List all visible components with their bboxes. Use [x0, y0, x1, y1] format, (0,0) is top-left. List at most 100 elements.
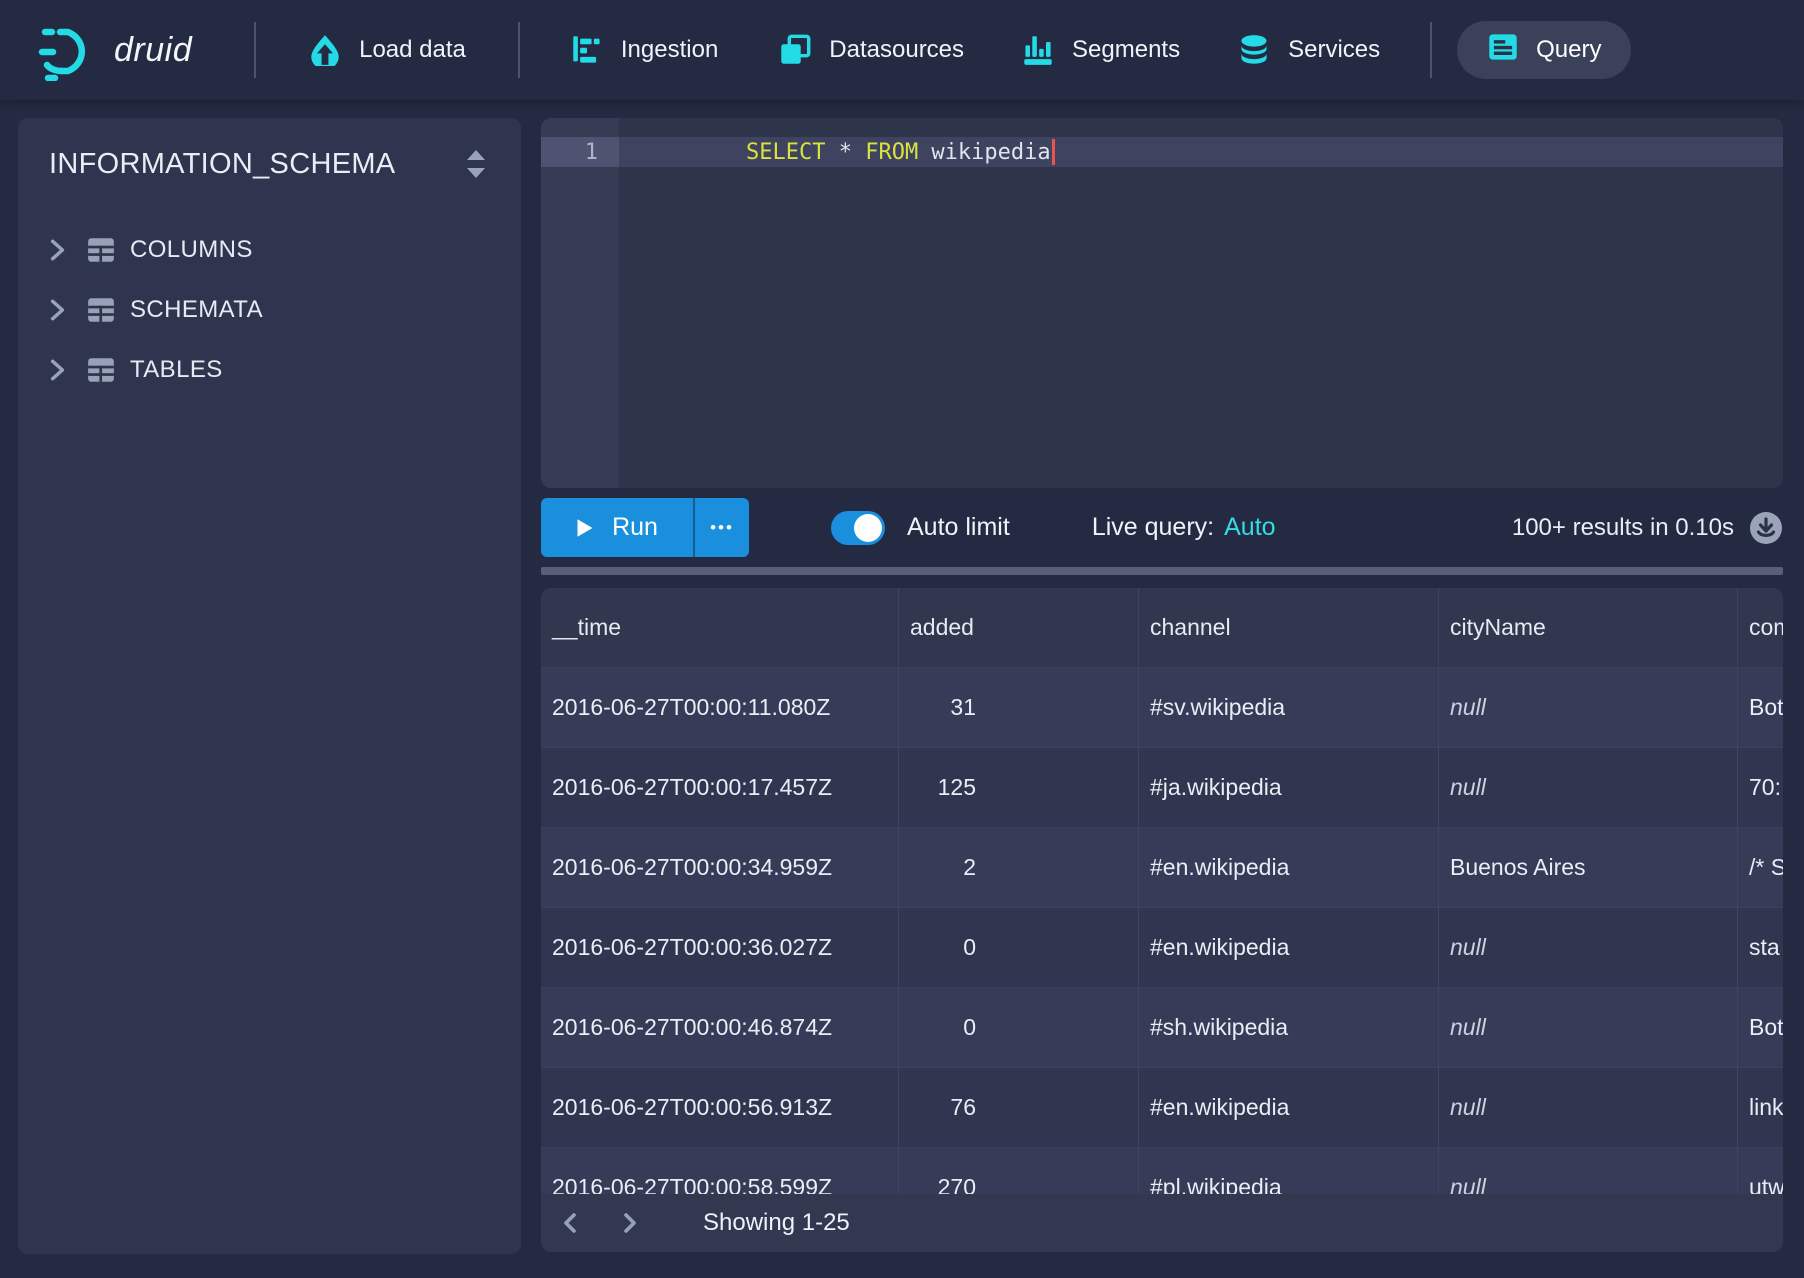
chevron-right-icon — [44, 237, 70, 263]
cell-cityname[interactable]: null — [1439, 908, 1738, 988]
stacked-squares-icon — [778, 33, 812, 67]
live-query-value[interactable]: Auto — [1224, 513, 1275, 542]
table-icon — [86, 235, 116, 265]
double-caret-vertical-icon[interactable] — [459, 144, 493, 184]
query-toolbar: Run ••• Auto limit Live query: Auto 100+… — [541, 498, 1783, 557]
nav-item-segments[interactable]: Segments — [1021, 33, 1180, 67]
cell-channel[interactable]: #sh.wikipedia — [1139, 988, 1439, 1068]
cell-cityname[interactable]: null — [1439, 748, 1738, 828]
sql-editor[interactable]: 1 SELECT * FROM wikipedia — [541, 118, 1783, 488]
sidebar-item-tables[interactable]: TABLES — [18, 340, 521, 400]
brand-name: druid — [114, 31, 192, 70]
sidebar-header: INFORMATION_SCHEMA — [18, 118, 521, 194]
nav-item-label: Load data — [359, 36, 466, 64]
console-icon — [1487, 31, 1519, 70]
cell-cityname[interactable]: null — [1439, 668, 1738, 748]
cell-comment[interactable]: Bot — [1738, 668, 1783, 748]
cell-channel[interactable]: #en.wikipedia — [1139, 1068, 1439, 1148]
cell-channel[interactable]: #ja.wikipedia — [1139, 748, 1439, 828]
sidebar-item-schemata[interactable]: SCHEMATA — [18, 280, 521, 340]
druid-logo[interactable]: druid — [38, 19, 192, 81]
sidebar-item-label: COLUMNS — [130, 236, 253, 264]
nav-item-label: Query — [1536, 36, 1601, 64]
sidebar-item-label: TABLES — [130, 356, 223, 384]
nav-item-services[interactable]: Services — [1237, 33, 1380, 67]
results-body: 2016-06-27T00:00:11.080Z 31 #sv.wikipedi… — [541, 668, 1783, 1228]
cell-time[interactable]: 2016-06-27T00:00:17.457Z — [541, 748, 899, 828]
run-button-label: Run — [612, 513, 658, 542]
cell-time[interactable]: 2016-06-27T00:00:36.027Z — [541, 908, 899, 988]
chevron-right-icon — [44, 297, 70, 323]
cell-time[interactable]: 2016-06-27T00:00:34.959Z — [541, 828, 899, 908]
column-header-comment[interactable]: comment — [1738, 588, 1783, 668]
cell-channel[interactable]: #sv.wikipedia — [1139, 668, 1439, 748]
nav-divider — [1430, 22, 1432, 78]
nav-divider — [518, 22, 520, 78]
table-row: 2016-06-27T00:00:17.457Z 125 #ja.wikiped… — [541, 748, 1783, 828]
nav-item-label: Ingestion — [621, 36, 718, 64]
nav-item-load-data[interactable]: Load data — [308, 33, 466, 67]
cell-added[interactable]: 31 — [899, 668, 1139, 748]
nav-divider — [254, 22, 256, 78]
nav-item-query[interactable]: Query — [1457, 21, 1631, 79]
results-summary: 100+ results in 0.10s — [1512, 514, 1734, 542]
cell-comment[interactable]: Bot — [1738, 988, 1783, 1068]
column-header-time[interactable]: __time — [541, 588, 899, 668]
sidebar-item-columns[interactable]: COLUMNS — [18, 220, 521, 280]
code-line[interactable]: SELECT * FROM wikipedia — [619, 137, 1783, 167]
cell-time[interactable]: 2016-06-27T00:00:46.874Z — [541, 988, 899, 1068]
cell-time[interactable]: 2016-06-27T00:00:56.913Z — [541, 1068, 899, 1148]
schema-sidebar: INFORMATION_SCHEMA COLUMNS — [18, 118, 521, 1254]
query-results-panel: __time added channel cityName comment 20… — [541, 588, 1783, 1252]
results-header-row: __time added channel cityName comment — [541, 588, 1783, 668]
bar-chart-icon — [1021, 33, 1055, 67]
cell-cityname[interactable]: null — [1439, 1068, 1738, 1148]
live-query-label: Live query: — [1092, 513, 1214, 542]
nav-item-label: Datasources — [829, 36, 964, 64]
cell-time[interactable]: 2016-06-27T00:00:11.080Z — [541, 668, 899, 748]
line-number: 1 — [585, 140, 598, 165]
editor-active-line: 1 SELECT * FROM wikipedia — [541, 137, 1783, 167]
nav-item-datasources[interactable]: Datasources — [778, 33, 964, 67]
auto-limit-label[interactable]: Auto limit — [907, 513, 1010, 542]
cell-comment[interactable]: /* S — [1738, 828, 1783, 908]
cell-added[interactable]: 125 — [899, 748, 1139, 828]
cell-cityname[interactable]: null — [1439, 988, 1738, 1068]
toggle-knob — [854, 514, 882, 542]
cell-added[interactable]: 76 — [899, 1068, 1139, 1148]
nav-item-ingestion[interactable]: Ingestion — [570, 33, 718, 67]
run-more-options-button[interactable]: ••• — [693, 498, 749, 557]
line-number-cell: 1 — [541, 137, 619, 167]
cell-comment[interactable]: 70: — [1738, 748, 1783, 828]
editor-gutter — [541, 118, 619, 488]
cell-comment[interactable]: link — [1738, 1068, 1783, 1148]
horizontal-bars-icon — [570, 33, 604, 67]
chevron-right-icon[interactable] — [607, 1201, 651, 1245]
upload-icon — [308, 33, 342, 67]
table-row: 2016-06-27T00:00:56.913Z 76 #en.wikipedi… — [541, 1068, 1783, 1148]
cell-channel[interactable]: #en.wikipedia — [1139, 908, 1439, 988]
cell-added[interactable]: 0 — [899, 908, 1139, 988]
more-options-dots: ••• — [710, 518, 734, 538]
run-button[interactable]: Run — [541, 498, 693, 557]
chevron-left-icon[interactable] — [549, 1201, 593, 1245]
cell-added[interactable]: 2 — [899, 828, 1139, 908]
table-row: 2016-06-27T00:00:36.027Z 0 #en.wikipedia… — [541, 908, 1783, 988]
download-circle-icon[interactable] — [1749, 511, 1783, 545]
cell-channel[interactable]: #en.wikipedia — [1139, 828, 1439, 908]
nav-item-label: Services — [1288, 36, 1380, 64]
horizontal-scrollbar[interactable] — [541, 567, 1783, 575]
column-header-added[interactable]: added — [899, 588, 1139, 668]
sql-keyword: FROM — [865, 140, 918, 165]
column-header-channel[interactable]: channel — [1139, 588, 1439, 668]
cell-added[interactable]: 0 — [899, 988, 1139, 1068]
sql-keyword: SELECT — [746, 140, 825, 165]
pagination-bar: Showing 1-25 — [541, 1194, 1783, 1252]
auto-limit-toggle[interactable] — [831, 511, 885, 545]
play-icon — [576, 518, 594, 538]
cell-comment[interactable]: sta — [1738, 908, 1783, 988]
results-meta: 100+ results in 0.10s — [1512, 511, 1783, 545]
column-header-cityname[interactable]: cityName — [1439, 588, 1738, 668]
cell-cityname[interactable]: Buenos Aires — [1439, 828, 1738, 908]
text-cursor — [1052, 139, 1055, 165]
